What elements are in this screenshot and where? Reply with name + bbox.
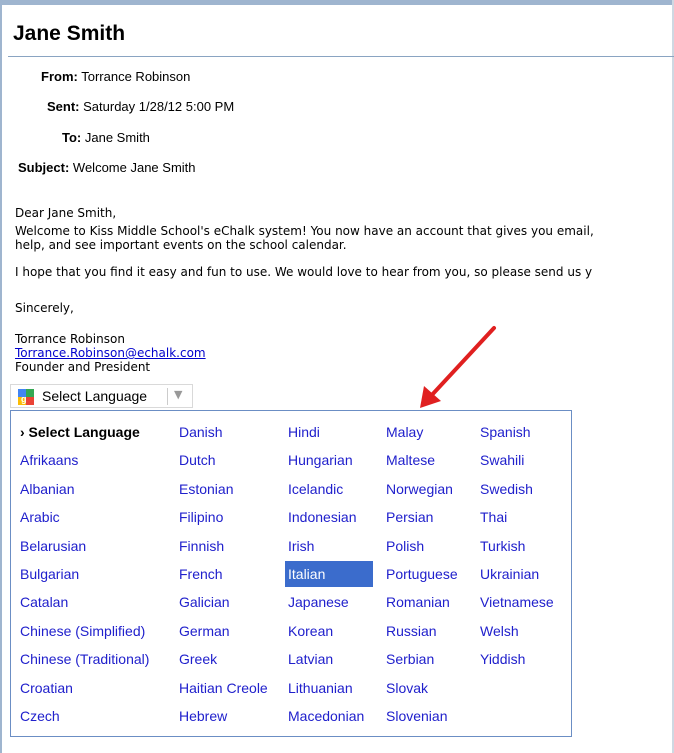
red-annotation-arrow-icon xyxy=(420,326,496,408)
